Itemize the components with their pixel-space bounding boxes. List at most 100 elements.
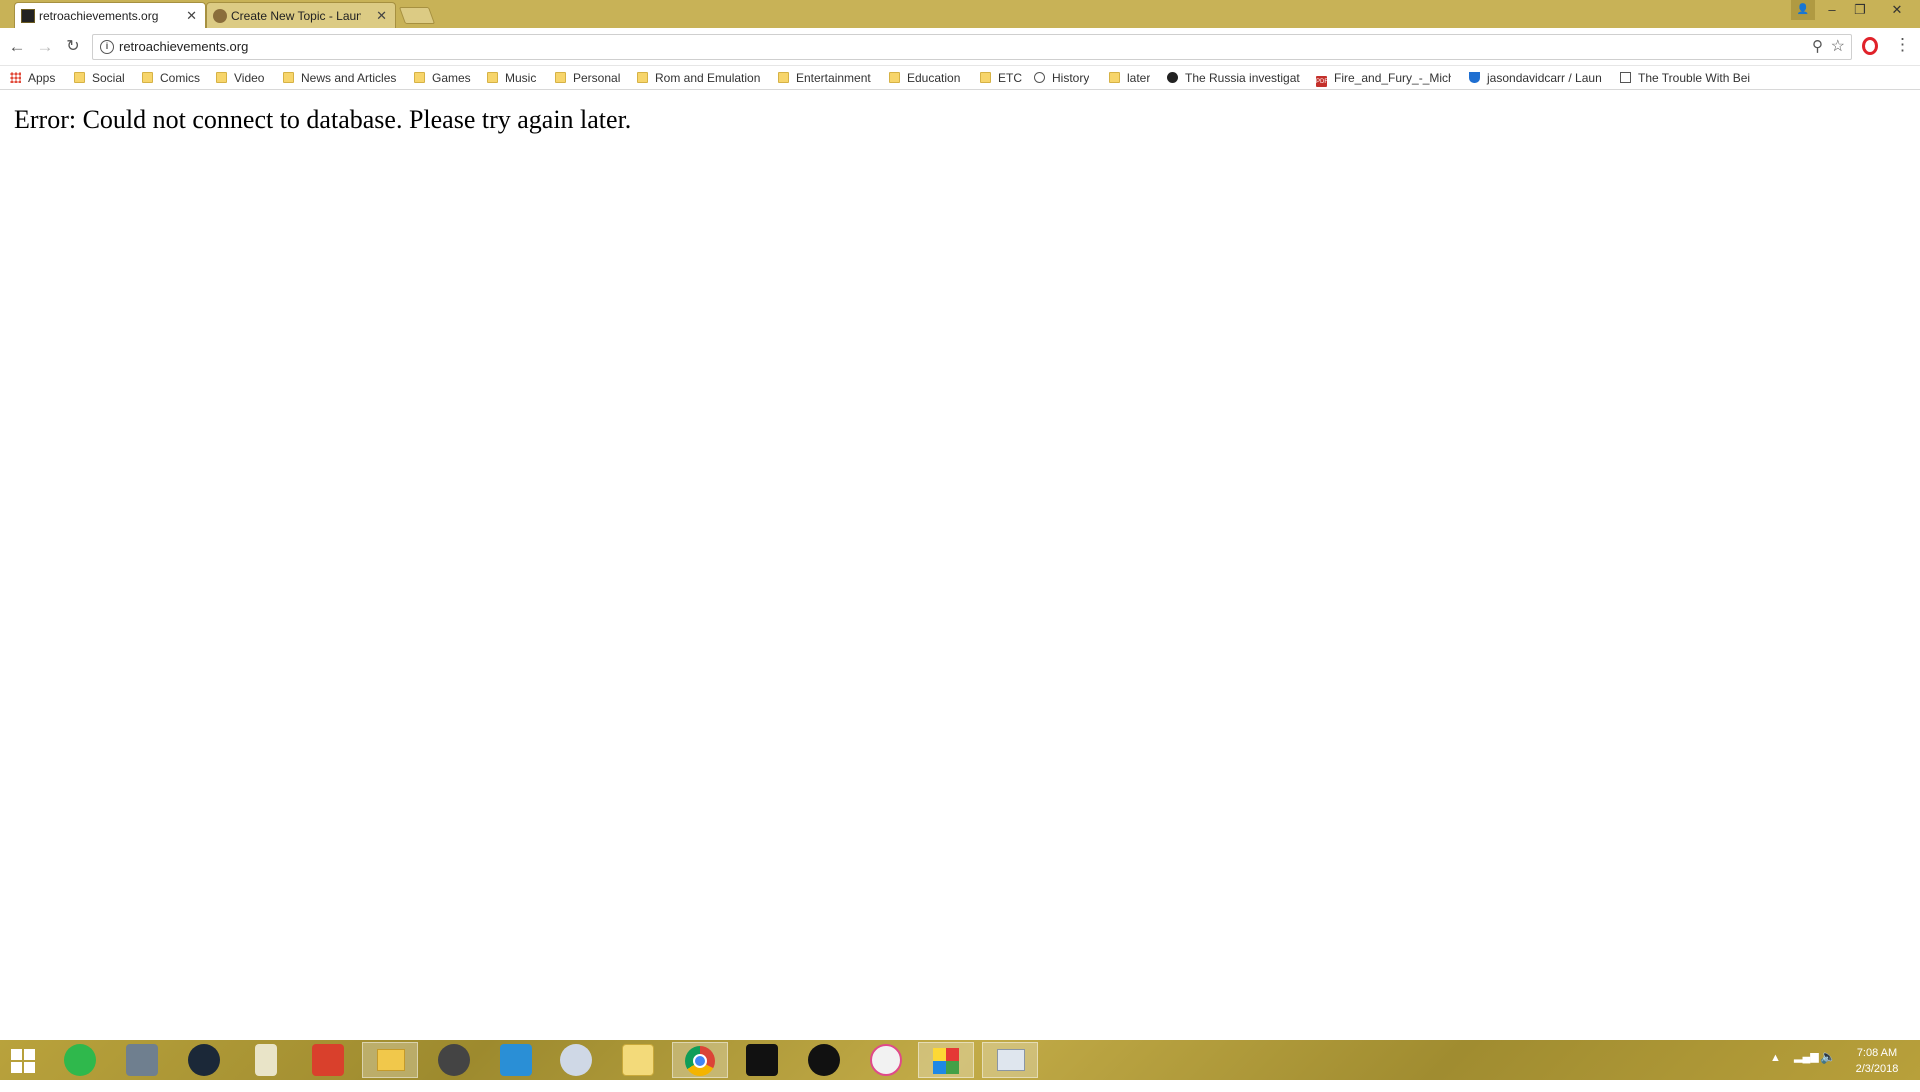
sticky-notes-icon[interactable]: [622, 1044, 654, 1076]
bookmark-label: The Trouble With Bei: [1638, 71, 1751, 85]
bookmark-folder-later[interactable]: later: [1109, 66, 1150, 90]
windows-start-icon[interactable]: [10, 1048, 36, 1074]
show-hidden-icons-icon[interactable]: ▲: [1770, 1052, 1781, 1092]
bookmark-jasondavidcarr[interactable]: jasondavidcarr / Laun: [1469, 66, 1605, 90]
bookmark-label: Games: [432, 71, 471, 85]
app-green-icon[interactable]: [64, 1044, 96, 1076]
microphone-icon[interactable]: [312, 1044, 344, 1076]
bookmark-label: History: [1052, 71, 1090, 85]
minimize-button[interactable]: –: [1818, 0, 1846, 20]
folder-icon: [889, 72, 900, 83]
close-tab-icon[interactable]: ✕: [186, 3, 197, 28]
bookmark-folder-video[interactable]: Video: [216, 66, 264, 90]
forum-favicon-icon: [213, 9, 227, 23]
bookmark-star-icon[interactable]: ☆: [1831, 36, 1845, 56]
site-info-icon[interactable]: i: [100, 40, 114, 54]
file-explorer-icon[interactable]: [362, 1042, 418, 1078]
clock-time: 7:08 AM: [1856, 1047, 1898, 1059]
bookmark-label: Entertainment: [796, 71, 871, 85]
retroachievements-favicon-icon: [21, 9, 35, 23]
network-icon[interactable]: ▂▄▆: [1794, 1050, 1819, 1090]
pdf-icon: PDF: [1316, 76, 1328, 87]
app-window-icon[interactable]: [982, 1042, 1038, 1078]
opera-extension-icon[interactable]: [1862, 37, 1878, 55]
folder-icon: [980, 72, 991, 83]
folder-icon: [1109, 72, 1120, 83]
reload-icon[interactable]: ↻: [62, 36, 84, 58]
notepad-icon[interactable]: [255, 1044, 277, 1076]
steam-icon[interactable]: [188, 1044, 220, 1076]
profile-icon[interactable]: 👤: [1791, 0, 1815, 20]
bookmark-folder-etc[interactable]: ETC: [980, 66, 1022, 90]
close-tab-icon[interactable]: ✕: [376, 3, 387, 28]
tab-title: retroachievements.org: [39, 9, 159, 23]
zoom-icon[interactable]: ⚲: [1812, 37, 1823, 55]
bookmark-apps[interactable]: Apps: [10, 66, 55, 90]
bookmark-folder-entertainment[interactable]: Entertainment: [778, 66, 871, 90]
bookmark-folder-news[interactable]: News and Articles: [283, 66, 396, 90]
clock-date: 2/3/2018: [1855, 1063, 1899, 1075]
cube-app-icon[interactable]: [500, 1044, 532, 1076]
launchbox-icon[interactable]: [918, 1042, 974, 1078]
bookmark-folder-games[interactable]: Games: [414, 66, 471, 90]
site-icon: [1167, 72, 1178, 83]
obs-icon[interactable]: [808, 1044, 840, 1076]
folder-icon: [216, 72, 227, 83]
bookmark-folder-education[interactable]: Education: [889, 66, 960, 90]
forward-arrow-icon[interactable]: →: [34, 36, 56, 58]
bookmark-label: News and Articles: [301, 71, 397, 85]
tab-title: Create New Topic - Laun: [231, 9, 361, 23]
folder-icon: [414, 72, 425, 83]
back-arrow-icon[interactable]: ←: [6, 36, 28, 58]
page-icon: [1620, 72, 1631, 83]
bookmark-folder-social[interactable]: Social: [74, 66, 125, 90]
apps-grid-icon: [10, 72, 21, 83]
close-window-button[interactable]: ✕: [1874, 0, 1920, 20]
folder-icon: [377, 1049, 405, 1071]
folder-icon: [637, 72, 648, 83]
new-tab-button[interactable]: [398, 7, 436, 24]
bookmark-label: jasondavidcarr / Laun: [1487, 71, 1602, 85]
bookmark-label: Music: [505, 71, 537, 85]
browser-toolbar: ← → ↻ i retroachievements.org ⚲ ☆ ⋮: [0, 28, 1920, 66]
folder-icon: [555, 72, 566, 83]
folder-icon: [487, 72, 498, 83]
bookmark-folder-rom[interactable]: Rom and Emulation: [637, 66, 760, 90]
bookmark-folder-personal[interactable]: Personal: [555, 66, 620, 90]
bookmark-label: Social: [92, 71, 125, 85]
bookmark-label: Education: [907, 71, 961, 85]
bookmark-label: ETC: [998, 71, 1022, 85]
paint-palette-icon[interactable]: [560, 1044, 592, 1076]
bookmark-fire-and-fury-pdf[interactable]: PDF Fire_and_Fury_-_Mich: [1316, 66, 1451, 90]
bookmark-russia-investigation[interactable]: The Russia investigat: [1167, 66, 1302, 90]
file-cabinet-icon[interactable]: [126, 1044, 158, 1076]
browser-menu-icon[interactable]: ⋮: [1894, 34, 1911, 56]
itunes-icon[interactable]: [870, 1044, 902, 1076]
bookmark-folder-comics[interactable]: Comics: [142, 66, 200, 90]
tab-retroachievements[interactable]: retroachievements.org ✕: [14, 2, 206, 28]
bookmark-folder-music[interactable]: Music: [487, 66, 536, 90]
bookmark-label: Personal: [573, 71, 621, 85]
launchbox-logo-icon: [933, 1048, 959, 1074]
error-message: Error: Could not connect to database. Pl…: [14, 105, 632, 134]
tab-create-new-topic[interactable]: Create New Topic - Laun ✕: [206, 2, 396, 28]
restore-button[interactable]: ❐: [1846, 0, 1874, 20]
windows-taskbar: ▲ ▂▄▆ 🔈 7:08 AM 2/3/2018: [0, 1040, 1920, 1080]
browser-title-bar: retroachievements.org ✕ Create New Topic…: [0, 0, 1920, 28]
folder-icon: [283, 72, 294, 83]
bookmark-label: Rom and Emulation: [655, 71, 761, 85]
page-content: Error: Could not connect to database. Pl…: [0, 91, 1920, 1040]
system-clock[interactable]: 7:08 AM 2/3/2018: [1842, 1045, 1912, 1085]
bookmark-label: Fire_and_Fury_-_Mich: [1334, 71, 1451, 85]
bookmark-history[interactable]: History: [1034, 66, 1089, 90]
chrome-center-icon: [693, 1054, 707, 1068]
url-text[interactable]: retroachievements.org: [119, 35, 248, 59]
chrome-icon[interactable]: [672, 1042, 728, 1078]
history-icon: [1034, 72, 1045, 83]
folder-icon: [778, 72, 789, 83]
volume-icon[interactable]: 🔈: [1820, 1049, 1836, 1089]
address-bar[interactable]: i retroachievements.org ⚲ ☆: [92, 34, 1852, 60]
game-emulator-icon[interactable]: [746, 1044, 778, 1076]
gimp-icon[interactable]: [438, 1044, 470, 1076]
bookmark-trouble-with-being[interactable]: The Trouble With Bei: [1620, 66, 1754, 90]
